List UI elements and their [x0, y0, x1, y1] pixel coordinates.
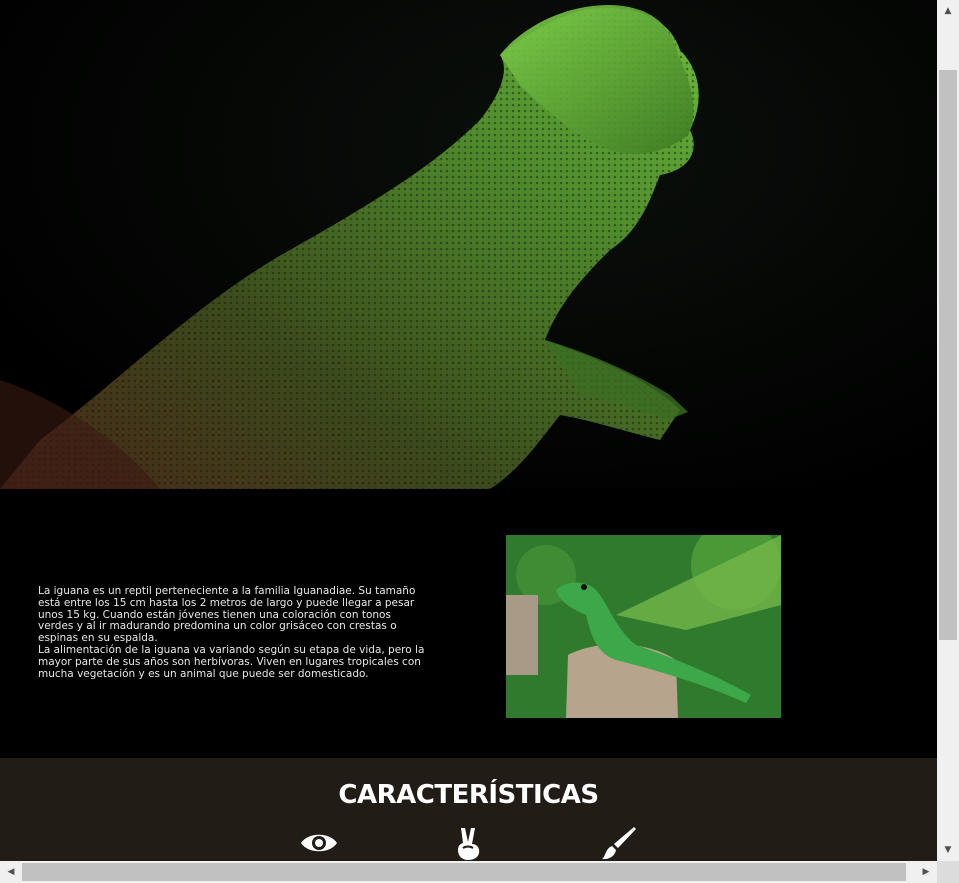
vertical-scroll-thumb[interactable] — [939, 70, 957, 640]
scrollbar-corner — [937, 861, 959, 883]
scroll-up-icon[interactable]: ▲ — [937, 0, 959, 22]
vertical-scrollbar[interactable]: ▲ ▼ — [937, 0, 959, 861]
paintbrush-icon — [600, 826, 636, 861]
scroll-right-icon[interactable]: ▶ — [915, 861, 937, 883]
hero-lizard-image — [0, 5, 699, 489]
horizontal-scrollbar[interactable]: ◀ ▶ — [0, 861, 937, 883]
iguana-photo — [506, 535, 781, 718]
intro-section: La iguana es un reptil perteneciente a l… — [0, 489, 937, 758]
features-title: CARACTERÍSTICAS — [338, 780, 599, 810]
hero-banner — [0, 0, 937, 489]
eye-icon — [300, 826, 338, 861]
horizontal-scroll-thumb[interactable] — [22, 863, 906, 881]
intro-text: La iguana es un reptil perteneciente a l… — [38, 585, 428, 680]
intro-paragraph-2: La alimentación de la iguana va variando… — [38, 643, 425, 680]
page-viewport: La iguana es un reptil perteneciente a l… — [0, 0, 937, 861]
intro-paragraph-1: La iguana es un reptil perteneciente a l… — [38, 585, 416, 645]
peace-hand-icon — [455, 826, 483, 861]
scroll-down-icon[interactable]: ▼ — [937, 839, 959, 861]
scroll-left-icon[interactable]: ◀ — [0, 861, 22, 883]
